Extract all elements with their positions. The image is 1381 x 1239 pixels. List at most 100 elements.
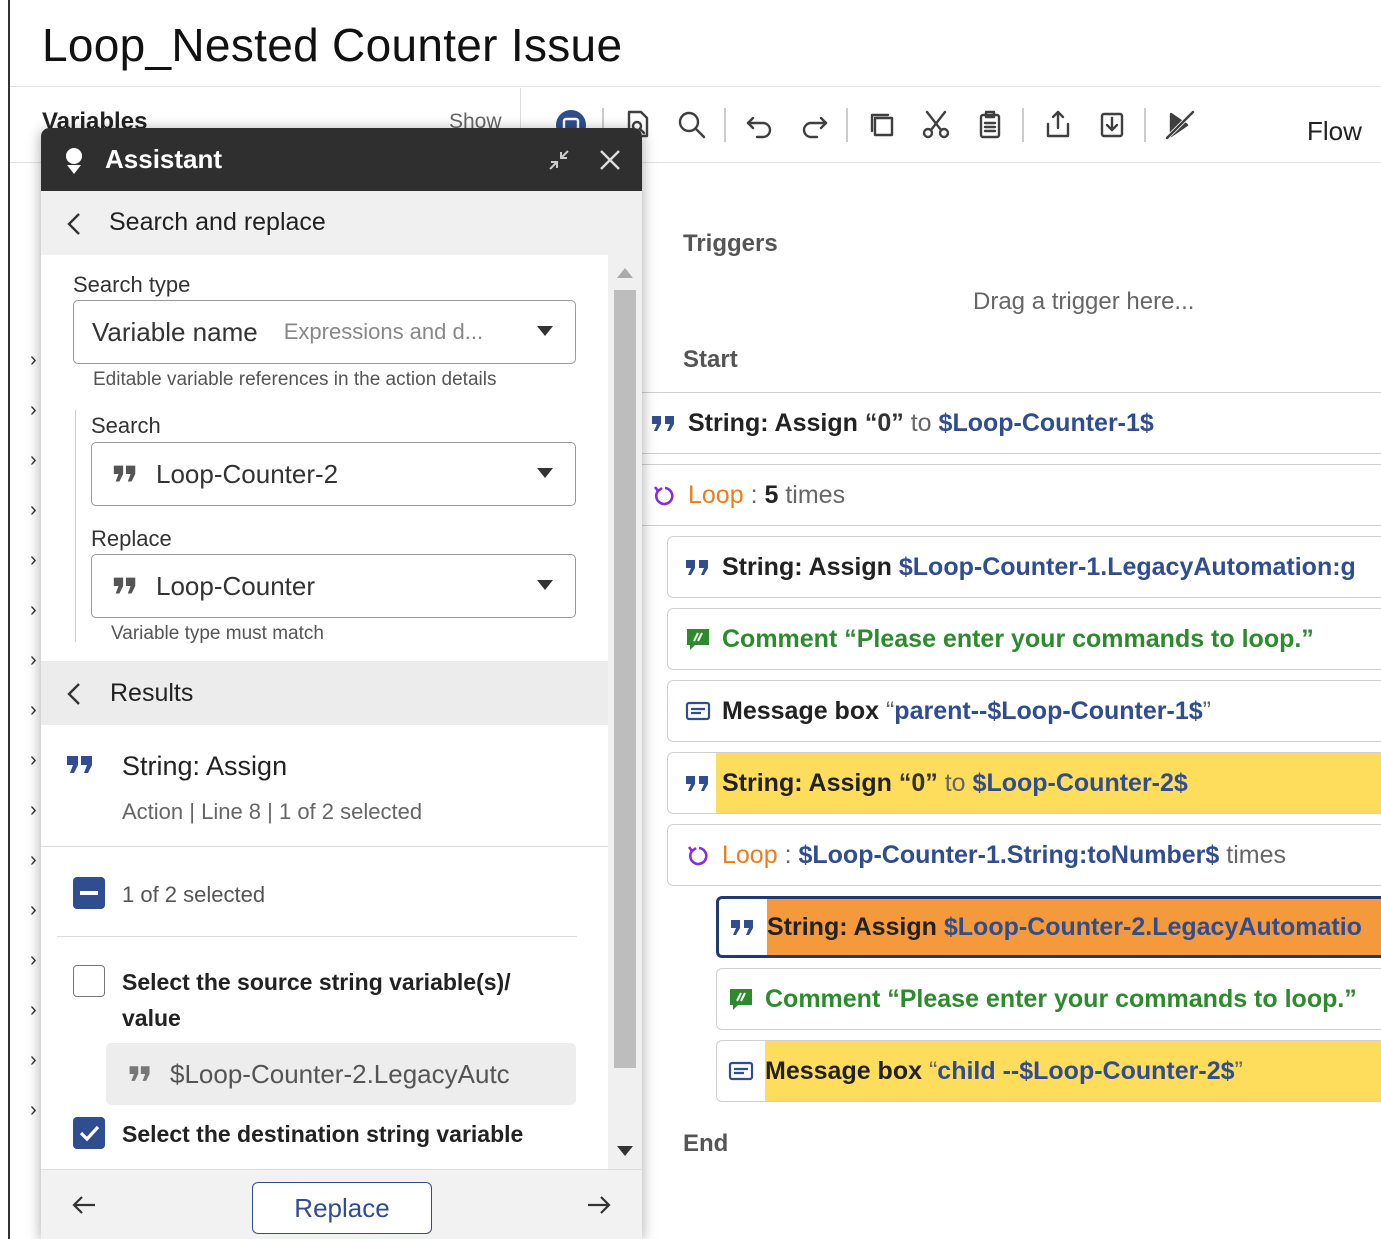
chevron-down-icon — [537, 326, 553, 336]
group-line — [75, 410, 76, 642]
triggers-label: Triggers — [683, 230, 778, 257]
selection-summary: 1 of 2 selected — [122, 882, 266, 907]
trigger-drop-zone[interactable]: Drag a trigger here... — [973, 288, 1194, 316]
chevron-right-icon[interactable]: › — [30, 650, 37, 670]
chevron-right-icon[interactable]: › — [30, 900, 37, 920]
back-chevron-icon[interactable] — [66, 681, 82, 707]
divider — [41, 846, 608, 847]
quote-icon — [674, 768, 722, 798]
search-variable-select[interactable]: Loop-Counter-2 — [91, 442, 576, 506]
replace-value: Loop-Counter — [156, 570, 315, 601]
editor-toolbar — [540, 98, 1381, 158]
scrollbar-thumb[interactable] — [614, 290, 636, 1068]
chevron-right-icon[interactable]: › — [30, 450, 37, 470]
scroll-down-icon[interactable] — [617, 1146, 633, 1156]
flow-view-tab[interactable]: Flow — [1307, 116, 1362, 147]
search-icon[interactable] — [670, 98, 714, 152]
title-divider — [10, 86, 1381, 87]
next-arrow-icon[interactable] — [586, 1194, 612, 1216]
chevron-right-icon[interactable]: › — [30, 1050, 37, 1070]
chevron-right-icon[interactable]: › — [30, 1000, 37, 1020]
replace-variable-select[interactable]: Loop-Counter — [91, 554, 576, 618]
end-label: End — [683, 1130, 729, 1157]
cut-icon[interactable] — [914, 98, 958, 152]
assistant-icon — [66, 148, 82, 174]
copy-icon[interactable] — [860, 98, 904, 152]
import-icon[interactable] — [1090, 98, 1134, 152]
message-box-icon — [717, 1056, 765, 1086]
result-title[interactable]: String: Assign — [122, 751, 287, 782]
chevron-down-icon — [537, 580, 553, 590]
message-box-icon — [674, 696, 722, 726]
source-variable-checkbox[interactable] — [73, 965, 105, 997]
search-label: Search — [91, 413, 161, 438]
chevron-right-icon[interactable]: › — [30, 800, 37, 820]
comment-icon — [717, 984, 765, 1014]
checkmark-icon — [79, 1125, 100, 1142]
chevron-right-icon[interactable]: › — [30, 700, 37, 720]
chevron-right-icon[interactable]: › — [30, 850, 37, 870]
start-label: Start — [683, 346, 738, 373]
flow-action-comment[interactable]: Comment “Please enter your commands to l… — [667, 608, 1381, 670]
source-variable-value: $Loop-Counter-2.LegacyAutc — [106, 1043, 576, 1105]
back-chevron-icon[interactable] — [66, 211, 82, 237]
disable-icon[interactable] — [1158, 98, 1202, 152]
comment-icon — [674, 624, 722, 654]
chevron-right-icon[interactable]: › — [30, 400, 37, 420]
result-meta: Action | Line 8 | 1 of 2 selected — [122, 799, 423, 824]
search-value: Loop-Counter-2 — [156, 458, 339, 489]
redo-icon[interactable] — [792, 98, 836, 152]
flow-action-comment[interactable]: Comment “Please enter your commands to l… — [716, 968, 1381, 1030]
export-icon[interactable] — [1036, 98, 1080, 152]
replace-label: Replace — [91, 526, 172, 551]
results-label: Results — [110, 679, 194, 707]
window-edge — [8, 0, 10, 1239]
results-header: Results — [41, 661, 608, 725]
quote-icon — [129, 1066, 150, 1081]
chevron-down-icon — [537, 468, 553, 478]
flow-action-string-assign-highlighted[interactable]: String: Assign “0” to $Loop-Counter-2$ — [667, 752, 1381, 814]
quote-icon — [674, 552, 722, 582]
quote-icon — [113, 465, 136, 482]
chevron-right-icon[interactable]: › — [30, 1100, 37, 1120]
search-replace-title: Search and replace — [109, 208, 326, 236]
loop-icon — [640, 480, 688, 510]
show-link[interactable]: Show — [449, 110, 502, 129]
close-icon[interactable] — [597, 147, 623, 173]
chevron-right-icon[interactable]: › — [30, 350, 37, 370]
assistant-header: Assistant — [41, 128, 642, 191]
quote-icon — [113, 577, 136, 594]
flow-action-string-assign-selected[interactable]: String: Assign $Loop-Counter-2.LegacyAut… — [716, 896, 1381, 958]
source-variable-option-label: Select the source string variable(s)/ va… — [122, 969, 511, 1031]
paste-icon[interactable] — [968, 98, 1012, 152]
replace-button[interactable]: Replace — [252, 1182, 432, 1234]
replace-hint: Variable type must match — [111, 623, 324, 644]
flow-action-string-assign[interactable]: String: Assign $Loop-Counter-1.LegacyAut… — [667, 536, 1381, 598]
flow-action-message-box-highlighted[interactable]: Message box “child --$Loop-Counter-2$” — [716, 1040, 1381, 1102]
undo-icon[interactable] — [738, 98, 782, 152]
flow-action-nested-loop[interactable]: Loop : $Loop-Counter-1.String:toNumber$ … — [667, 824, 1381, 886]
quote-icon — [640, 408, 688, 438]
divider — [57, 936, 577, 937]
select-all-checkbox-indeterminate[interactable] — [73, 877, 105, 909]
search-type-hint: Editable variable references in the acti… — [93, 369, 497, 390]
search-type-label: Search type — [73, 272, 191, 297]
search-type-value: Variable name — [92, 316, 258, 347]
chevron-right-icon[interactable]: › — [30, 950, 37, 970]
chevron-right-icon[interactable]: › — [30, 550, 37, 570]
chevron-right-icon[interactable]: › — [30, 500, 37, 520]
chevron-right-icon[interactable]: › — [30, 600, 37, 620]
quote-icon — [67, 756, 92, 773]
flow-action-loop[interactable]: Loop : 5 times — [640, 464, 1381, 526]
page-title: Loop_Nested Counter Issue — [42, 19, 623, 71]
search-type-select[interactable]: Variable name Expressions and d... — [73, 300, 576, 364]
assistant-panel: Assistant Search and replace Search type… — [41, 128, 642, 1239]
loop-icon — [674, 840, 722, 870]
flow-action-message-box[interactable]: Message box “parent--$Loop-Counter-1$” — [667, 680, 1381, 742]
destination-variable-checkbox[interactable] — [73, 1117, 105, 1149]
collapse-icon[interactable] — [547, 148, 571, 172]
scroll-up-icon[interactable] — [617, 268, 633, 278]
previous-arrow-icon[interactable] — [71, 1194, 97, 1216]
flow-action-string-assign[interactable]: String: Assign “0” to $Loop-Counter-1$ — [640, 392, 1381, 454]
chevron-right-icon[interactable]: › — [30, 750, 37, 770]
